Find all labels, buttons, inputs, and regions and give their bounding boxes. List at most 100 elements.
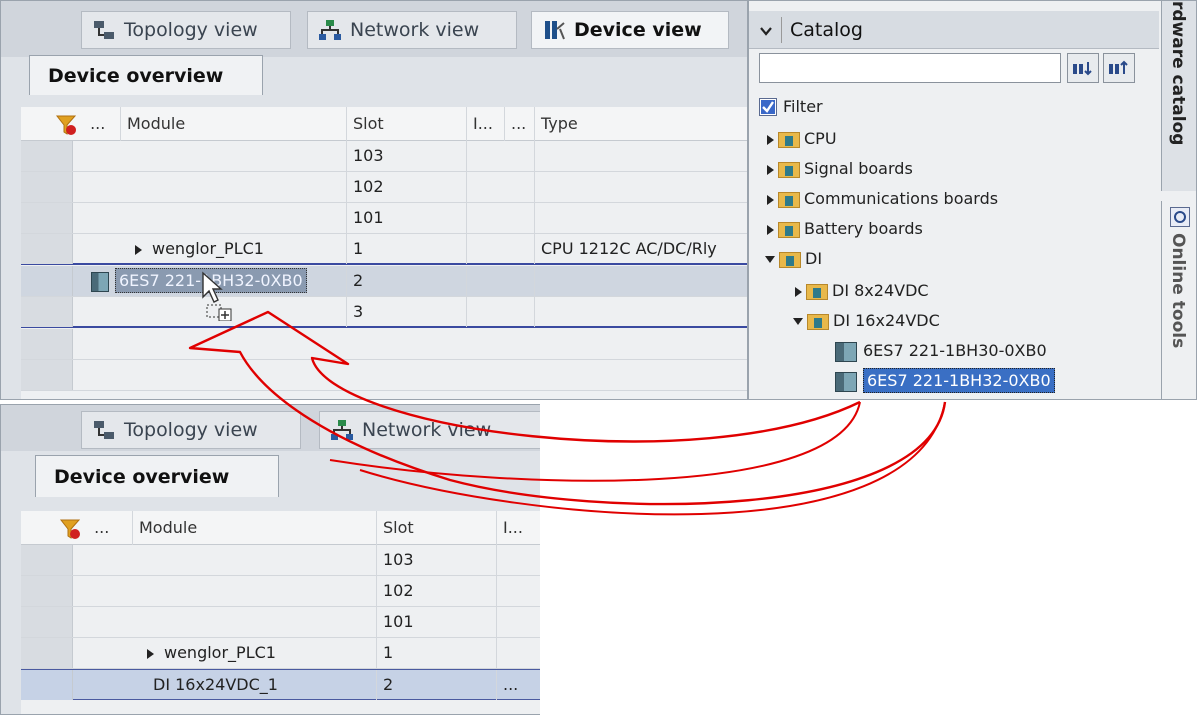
catalog-item-di-8x24vdc[interactable]: DI 8x24VDC	[795, 278, 929, 304]
expand-arrow-icon	[767, 224, 774, 235]
tab-device-view[interactable]: Device view	[531, 11, 729, 49]
type-cell	[535, 203, 747, 233]
header-i[interactable]: I...	[467, 107, 505, 141]
catalog-title: Catalog	[790, 18, 863, 41]
catalog-search-input[interactable]	[759, 53, 1061, 83]
module-name: wenglor_PLC1	[152, 239, 264, 258]
table-row-drop-target[interactable]: 6ES7 221-1BH32-0XB0 2	[21, 266, 747, 297]
online-tools-icon	[1170, 207, 1190, 227]
table-row[interactable]: 103	[21, 141, 747, 172]
catalog-item-battery-boards[interactable]: Battery boards	[767, 216, 923, 242]
tab-network-view[interactable]: Network view	[319, 411, 540, 449]
expand-arrow-icon	[795, 286, 802, 297]
slot-cell: 1	[377, 638, 497, 668]
collapse-arrow-icon	[765, 256, 775, 263]
side-tab-hardware-catalog[interactable]: rdware catalog	[1161, 1, 1196, 191]
catalog-header: Catalog	[749, 11, 1159, 49]
topology-icon	[92, 419, 116, 441]
slot-cell: 102	[347, 172, 467, 202]
table-row[interactable]: 3	[21, 297, 747, 328]
header-module[interactable]: Module	[121, 107, 347, 141]
bottom-device-table: ... Module Slot I... 103 102 101 wenglor…	[21, 511, 540, 714]
tab-device-overview[interactable]: Device overview	[29, 55, 263, 95]
search-down-button[interactable]	[1067, 53, 1099, 83]
catalog-item-communications-boards[interactable]: Communications boards	[767, 186, 998, 212]
table-row-empty[interactable]	[21, 360, 747, 391]
catalog-item-6es7-221-1bh30[interactable]: 6ES7 221-1BH30-0XB0	[835, 338, 1047, 364]
chevron-down-icon[interactable]	[759, 23, 773, 37]
i-cell	[467, 172, 535, 202]
catalog-item-di-16x24vdc[interactable]: DI 16x24VDC	[793, 308, 940, 334]
expand-arrow-icon	[767, 194, 774, 205]
header-slot[interactable]: Slot	[377, 511, 497, 545]
bottom-table-header: ... Module Slot I...	[21, 511, 540, 545]
table-row[interactable]: wenglor_PLC1 1 CPU 1212C AC/DC/Rly	[21, 234, 747, 265]
device-overview-label: Device overview	[48, 64, 224, 87]
catalog-item-label: Communications boards	[804, 189, 999, 208]
collapse-arrow-icon	[793, 318, 803, 325]
filter-label: Filter	[783, 97, 823, 116]
header-separator	[781, 16, 782, 43]
tab-topology-view[interactable]: Topology view	[81, 11, 291, 49]
row-header	[21, 266, 73, 296]
table-row[interactable]: 102	[21, 576, 540, 607]
catalog-item-di[interactable]: DI	[765, 246, 822, 272]
catalog-item-label: DI	[805, 249, 823, 268]
folder-icon	[778, 161, 800, 178]
table-row[interactable]: 102	[21, 172, 747, 203]
expand-arrow-icon[interactable]	[135, 244, 142, 255]
slot-cell: 101	[377, 607, 497, 637]
header-i[interactable]: I...	[497, 511, 540, 545]
device-icon	[542, 19, 566, 41]
module-cell	[133, 607, 377, 637]
header-filter-icon-cell[interactable]: ...	[21, 107, 121, 141]
slot-cell: 2	[347, 266, 467, 296]
catalog-item-6es7-221-1bh32-selected[interactable]: 6ES7 221-1BH32-0XB0	[835, 368, 1055, 394]
catalog-item-label: Signal boards	[804, 159, 913, 178]
catalog-item-label: Battery boards	[804, 219, 923, 238]
module-cell	[121, 141, 347, 171]
expand-arrow-icon[interactable]	[147, 648, 154, 659]
table-row-empty[interactable]	[21, 329, 747, 360]
header-type[interactable]: Type	[535, 107, 747, 141]
catalog-item-signal-boards[interactable]: Signal boards	[767, 156, 913, 182]
row-header	[21, 638, 73, 668]
table-row[interactable]: 101	[21, 607, 540, 638]
type-cell	[535, 141, 747, 171]
module-cell	[121, 172, 347, 202]
topology-icon	[92, 19, 116, 41]
filter-checkbox[interactable]: Filter	[759, 97, 823, 116]
filter-icon	[59, 518, 81, 540]
slot-cell: 1	[347, 234, 467, 264]
header-module[interactable]: Module	[133, 511, 377, 545]
filter-icon	[55, 114, 77, 136]
table-row[interactable]: 101	[21, 203, 747, 234]
i-cell	[497, 607, 540, 637]
type-cell	[535, 297, 747, 327]
network-icon	[318, 19, 342, 41]
bottom-view-tabbar: Topology view Network view	[1, 405, 540, 451]
type-cell: CPU 1212C AC/DC/Rly	[535, 234, 747, 264]
i-cell	[497, 576, 540, 606]
module-icon	[835, 371, 857, 392]
header-q[interactable]: ...	[505, 107, 535, 141]
module-cell	[133, 545, 377, 575]
row-header	[21, 607, 73, 637]
i-cell	[467, 203, 535, 233]
side-tab-online-tools[interactable]: Online tools	[1161, 201, 1196, 399]
header-filter-icon-cell[interactable]: ...	[21, 511, 133, 545]
side-tab-online-label: Online tools	[1168, 233, 1188, 349]
slot-cell: 103	[347, 141, 467, 171]
header-slot[interactable]: Slot	[347, 107, 467, 141]
table-row[interactable]: 103	[21, 545, 540, 576]
slot-cell: 103	[377, 545, 497, 575]
table-row-inserted[interactable]: DI 16x24VDC_1 2 ...	[21, 669, 540, 700]
type-cell	[535, 266, 747, 296]
tab-topology-view[interactable]: Topology view	[81, 411, 301, 449]
tab-device-overview[interactable]: Device overview	[35, 455, 279, 497]
catalog-item-cpu[interactable]: CPU	[767, 126, 837, 152]
table-row[interactable]: wenglor_PLC1 1	[21, 638, 540, 669]
tab-network-view[interactable]: Network view	[307, 11, 517, 49]
search-down-icon	[1073, 62, 1092, 76]
search-up-button[interactable]	[1103, 53, 1135, 83]
